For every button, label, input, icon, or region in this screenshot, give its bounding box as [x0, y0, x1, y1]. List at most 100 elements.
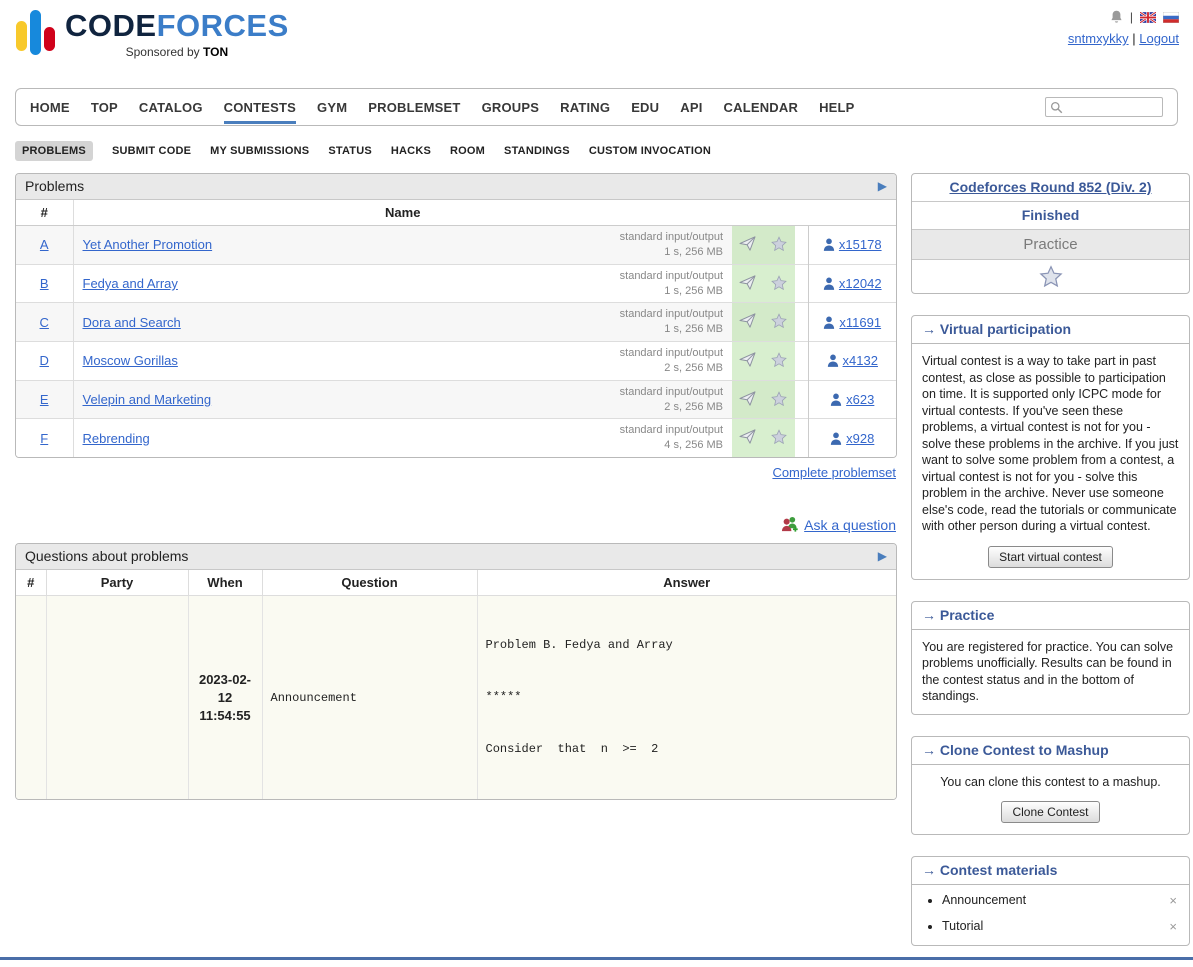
nav-item-rating[interactable]: RATING — [560, 90, 610, 124]
solved-count-link[interactable]: x15178 — [809, 237, 897, 252]
tab-my-submissions[interactable]: MY SUBMISSIONS — [210, 145, 309, 157]
solved-person-icon — [830, 432, 842, 445]
practice-title-link[interactable]: → Practice — [922, 607, 994, 623]
qcol-header-when: When — [188, 570, 262, 596]
separator: | — [1132, 31, 1135, 46]
tab-hacks[interactable]: HACKS — [391, 145, 431, 157]
search-icon — [1050, 101, 1063, 114]
ask-question-link[interactable]: Ask a question — [804, 517, 896, 533]
problem-index-link[interactable]: D — [40, 353, 49, 368]
contest-title-row: Codeforces Round 852 (Div. 2) — [912, 174, 1189, 202]
nav-item-home[interactable]: HOME — [30, 90, 70, 124]
problem-index-link[interactable]: A — [40, 237, 49, 252]
problem-name-link[interactable]: Dora and Search — [83, 315, 181, 330]
solved-count-link[interactable]: x4132 — [809, 353, 897, 368]
ask-question-icon — [780, 516, 799, 533]
russian-flag-icon[interactable] — [1163, 12, 1179, 23]
solved-count-link[interactable]: x623 — [809, 392, 897, 407]
favorite-contest-star-icon[interactable] — [1039, 265, 1063, 287]
problem-name-link[interactable]: Moscow Gorillas — [83, 353, 178, 368]
material-tutorial-link[interactable]: Tutorial — [942, 919, 983, 933]
practice-box: → Practice You are registered for practi… — [911, 601, 1190, 715]
problem-index-link[interactable]: F — [40, 431, 48, 446]
contest-title-link[interactable]: Codeforces Round 852 (Div. 2) — [949, 179, 1151, 195]
qcol-header-question: Question — [262, 570, 477, 596]
logout-link[interactable]: Logout — [1139, 31, 1179, 46]
nav-item-problemset[interactable]: PROBLEMSET — [368, 90, 460, 124]
nav-item-groups[interactable]: GROUPS — [482, 90, 540, 124]
solved-count-link[interactable]: x12042 — [809, 276, 897, 291]
problem-limits: standard input/output1 s, 256 MB — [620, 307, 723, 337]
search-box — [1045, 97, 1163, 117]
problem-index-link[interactable]: C — [40, 315, 49, 330]
nav-item-contests[interactable]: CONTESTS — [224, 90, 296, 124]
questions-caption-bar: Questions about problems ▶ — [16, 544, 896, 570]
clone-title-link[interactable]: → Clone Contest to Mashup — [922, 742, 1109, 758]
tab-problems[interactable]: PROBLEMS — [15, 141, 93, 161]
material-close-icon[interactable]: × — [1169, 919, 1177, 934]
favorite-star-icon[interactable] — [771, 391, 787, 406]
complete-problemset-link[interactable]: Complete problemset — [772, 465, 896, 480]
tab-custom-invocation[interactable]: CUSTOM INVOCATION — [589, 145, 711, 157]
questions-box: Questions about problems ▶ # Party When … — [15, 543, 897, 800]
question-party-cell — [46, 596, 188, 800]
favorite-star-icon[interactable] — [771, 236, 787, 251]
tab-standings[interactable]: STANDINGS — [504, 145, 570, 157]
material-announcement-link[interactable]: Announcement — [942, 893, 1026, 907]
start-virtual-contest-button[interactable]: Start virtual contest — [988, 546, 1113, 568]
nav-item-gym[interactable]: GYM — [317, 90, 347, 124]
solved-count-link[interactable]: x928 — [809, 431, 897, 446]
tab-submit-code[interactable]: SUBMIT CODE — [112, 145, 191, 157]
solved-count-link[interactable]: x11691 — [809, 315, 897, 330]
clone-button-row: Clone Contest — [912, 799, 1189, 834]
submit-plane-icon[interactable] — [739, 313, 756, 328]
nav-item-calendar[interactable]: CALENDAR — [724, 90, 799, 124]
clone-text: You can clone this contest to a mashup. — [912, 765, 1189, 800]
nav-item-catalog[interactable]: CATALOG — [139, 90, 203, 124]
header-right: | sntmxykky | Logout — [1068, 10, 1179, 46]
materials-title-link[interactable]: → Contest materials — [922, 862, 1057, 878]
tab-status[interactable]: STATUS — [328, 145, 372, 157]
practice-text: You are registered for practice. You can… — [912, 630, 1189, 714]
problem-name-link[interactable]: Rebrending — [83, 431, 150, 446]
submit-plane-icon[interactable] — [739, 275, 756, 290]
material-close-icon[interactable]: × — [1169, 893, 1177, 908]
english-flag-icon[interactable] — [1140, 12, 1156, 23]
main-column: Problems ▶ # Name A Yet Another Promotio… — [15, 173, 897, 800]
submit-plane-icon[interactable] — [739, 236, 756, 251]
submit-plane-icon[interactable] — [739, 429, 756, 444]
problem-name-link[interactable]: Fedya and Array — [83, 276, 178, 291]
notifications-bell-icon[interactable] — [1110, 10, 1123, 24]
virtual-participation-link[interactable]: → Virtual participation — [922, 321, 1071, 337]
nav-item-edu[interactable]: EDU — [631, 90, 659, 124]
problem-name-link[interactable]: Velepin and Marketing — [83, 392, 212, 407]
clone-contest-button[interactable]: Clone Contest — [1001, 801, 1099, 823]
submit-plane-icon[interactable] — [739, 391, 756, 406]
username-link[interactable]: sntmxykky — [1068, 31, 1129, 46]
qcol-header-index: # — [16, 570, 46, 596]
favorite-star-icon[interactable] — [771, 352, 787, 367]
problem-index-link[interactable]: E — [40, 392, 49, 407]
problem-index-link[interactable]: B — [40, 276, 49, 291]
solved-person-icon — [827, 354, 839, 367]
favorite-star-icon[interactable] — [771, 313, 787, 328]
solved-person-icon — [823, 316, 835, 329]
problems-box: Problems ▶ # Name A Yet Another Promotio… — [15, 173, 897, 458]
favorite-star-icon[interactable] — [771, 429, 787, 444]
codeforces-logo[interactable]: CODEFORCES Sponsored by TON — [16, 10, 289, 59]
submit-plane-icon[interactable] — [739, 352, 756, 367]
problem-name-link[interactable]: Yet Another Promotion — [83, 237, 213, 252]
problem-row: A Yet Another Promotionstandard input/ou… — [16, 226, 896, 265]
favorite-star-icon[interactable] — [771, 275, 787, 290]
nav-item-help[interactable]: HELP — [819, 90, 854, 124]
nav-item-api[interactable]: API — [680, 90, 702, 124]
question-answer-cell: Problem B. Fedya and Array ***** Conside… — [477, 596, 896, 800]
question-text-cell: Announcement — [262, 596, 477, 800]
expand-arrow-icon[interactable]: ▶ — [878, 549, 887, 563]
questions-caption: Questions about problems — [25, 548, 188, 564]
tab-room[interactable]: ROOM — [450, 145, 485, 157]
expand-arrow-icon[interactable]: ▶ — [878, 179, 887, 193]
practice-title: → Practice — [912, 602, 1189, 630]
question-index-cell — [16, 596, 46, 800]
nav-item-top[interactable]: TOP — [91, 90, 118, 124]
